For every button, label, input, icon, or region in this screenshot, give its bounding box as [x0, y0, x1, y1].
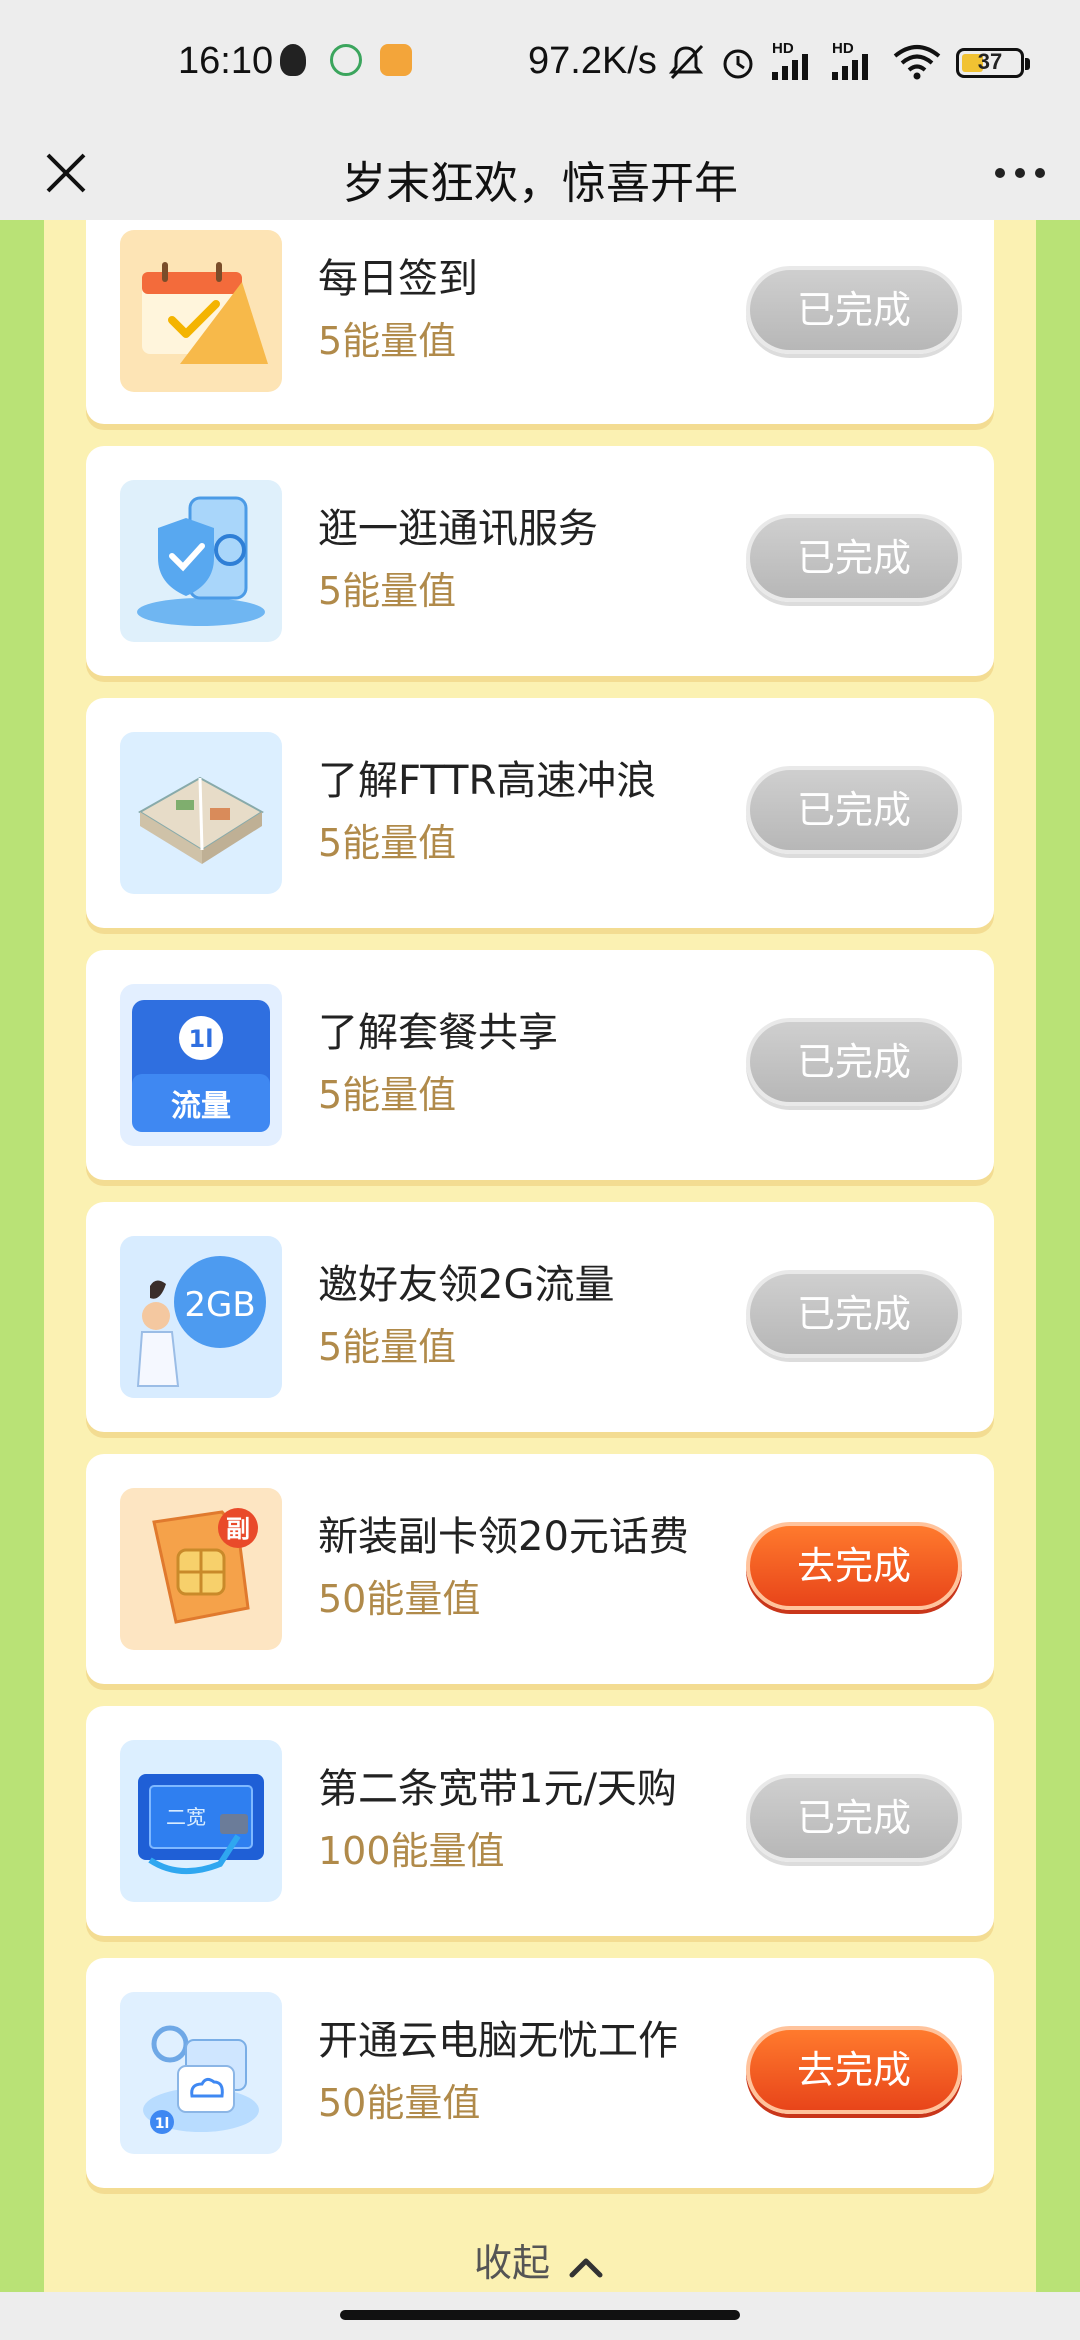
- invite-2gb-label: 2GB: [184, 1285, 255, 1325]
- task-points: 5能量值: [318, 821, 457, 865]
- task-points: 50能量值: [318, 1577, 481, 1621]
- task-title: 第二条宽带1元/天购: [318, 1766, 677, 1812]
- task-card: 每日签到 5能量值 已完成: [86, 220, 994, 424]
- task-status-button[interactable]: 已完成: [746, 266, 962, 354]
- task-card: 逛一逛通讯服务 5能量值 已完成: [86, 446, 994, 676]
- collapse-button[interactable]: 收起: [44, 2232, 1036, 2287]
- task-status-button[interactable]: 已完成: [746, 1270, 962, 1358]
- task-points: 5能量值: [318, 319, 457, 363]
- broadband-router-icon: 二宽: [120, 1740, 282, 1902]
- signal-icon: [832, 54, 868, 80]
- task-title: 了解套餐共享: [318, 1010, 558, 1056]
- task-title: 每日签到: [318, 256, 478, 302]
- task-action-button[interactable]: 去完成: [746, 1522, 962, 1610]
- sim-card-icon: 副: [120, 1488, 282, 1650]
- chevron-up-icon: [569, 2258, 603, 2277]
- task-points: 100能量值: [318, 1829, 505, 1873]
- task-points: 50能量值: [318, 2081, 481, 2125]
- sim-card-label: 副: [226, 1515, 250, 1543]
- data-package-icon: 1l 流量: [120, 984, 282, 1146]
- svg-text:1l: 1l: [189, 1025, 214, 1053]
- task-card: 1l 开通云电脑无忧工作 50能量值 去完成: [86, 1958, 994, 2188]
- leaf-app-icon: [330, 44, 362, 76]
- task-title: 开通云电脑无忧工作: [318, 2018, 678, 2064]
- mute-icon: [668, 44, 704, 80]
- battery-icon: 37: [956, 48, 1030, 78]
- more-icon[interactable]: [980, 135, 1060, 211]
- task-points: 5能量值: [318, 1325, 457, 1369]
- wifi-icon: [893, 45, 941, 80]
- task-card: 了解FTTR高速冲浪 5能量值 已完成: [86, 698, 994, 928]
- status-bar: 16:10 97.2K/s HD HD 37: [0, 0, 1080, 125]
- task-card: 2GB 邀好友领2G流量 5能量值 已完成: [86, 1202, 994, 1432]
- network-speed: 97.2K/s: [528, 40, 657, 82]
- battery-cap: [1025, 58, 1030, 70]
- cloud-computer-icon: 1l: [120, 1992, 282, 2154]
- task-status-button[interactable]: 已完成: [746, 514, 962, 602]
- task-status-button[interactable]: 已完成: [746, 766, 962, 854]
- task-card: 1l 流量 了解套餐共享 5能量值 已完成: [86, 950, 994, 1180]
- task-card: 副 新装副卡领20元话费 50能量值 去完成: [86, 1454, 994, 1684]
- task-title: 邀好友领2G流量: [318, 1262, 615, 1308]
- alarm-icon: [723, 49, 753, 79]
- calendar-check-icon: [120, 230, 282, 392]
- collapse-label: 收起: [473, 2241, 550, 2285]
- signal-icon: [772, 54, 808, 80]
- task-title: 新装副卡领20元话费: [318, 1514, 689, 1560]
- task-status-button[interactable]: 已完成: [746, 1774, 962, 1862]
- status-time: 16:10: [178, 40, 274, 82]
- note-app-icon: [380, 44, 412, 76]
- task-panel: 每日签到 5能量值 已完成 逛一逛通讯服务 5能量值 已完成 了解FTTR高速冲…: [44, 220, 1036, 2292]
- house-plan-icon: [120, 732, 282, 894]
- qq-icon: [280, 44, 306, 76]
- task-points: 5能量值: [318, 569, 457, 613]
- task-status-button[interactable]: 已完成: [746, 1018, 962, 1106]
- page-title: 岁末狂欢，惊喜开年: [342, 158, 738, 209]
- home-indicator[interactable]: [340, 2310, 740, 2320]
- task-title: 了解FTTR高速冲浪: [318, 758, 657, 804]
- task-title: 逛一逛通讯服务: [318, 506, 598, 552]
- data-package-label: 流量: [171, 1089, 231, 1124]
- task-points: 5能量值: [318, 1073, 457, 1117]
- task-action-button[interactable]: 去完成: [746, 2026, 962, 2114]
- broadband-label: 二宽: [166, 1805, 206, 1829]
- svg-text:1l: 1l: [155, 2116, 170, 2132]
- invite-2gb-icon: 2GB: [120, 1236, 282, 1398]
- battery-percent: 37: [977, 49, 1003, 74]
- task-card: 二宽 第二条宽带1元/天购 100能量值 已完成: [86, 1706, 994, 1936]
- title-bar: 岁末狂欢，惊喜开年: [0, 125, 1080, 220]
- shield-phone-icon: [120, 480, 282, 642]
